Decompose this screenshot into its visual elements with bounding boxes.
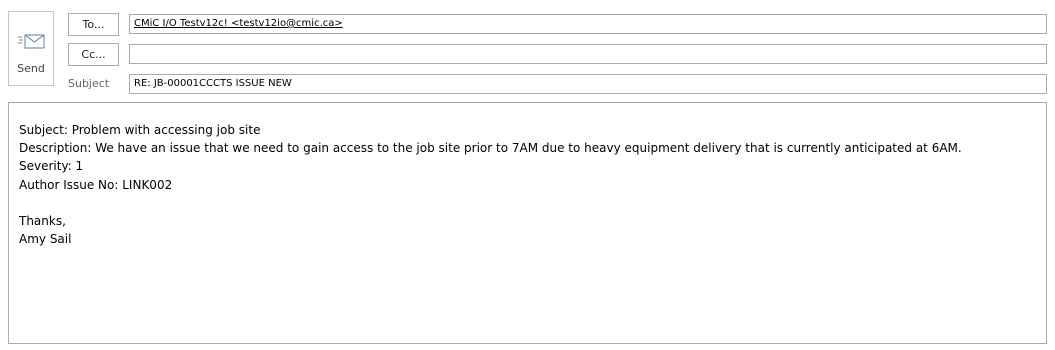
body-line: Description: We have an issue that we ne… bbox=[19, 141, 962, 156]
subject-label: Subject bbox=[68, 77, 110, 90]
cc-button[interactable]: Cc... bbox=[68, 43, 119, 66]
body-line: Severity: 1 bbox=[19, 159, 84, 174]
cc-field[interactable] bbox=[129, 44, 1047, 64]
body-line: Amy Sail bbox=[19, 232, 72, 247]
body-line: Author Issue No: LINK002 bbox=[19, 177, 173, 192]
message-body[interactable]: Subject: Problem with accessing job site… bbox=[8, 102, 1047, 344]
send-label: Send bbox=[17, 62, 45, 75]
to-field[interactable]: CMiC I/O Testv12c! <testv12io@cmic.ca> bbox=[129, 14, 1047, 34]
to-recipient[interactable]: CMiC I/O Testv12c! <testv12io@cmic.ca> bbox=[134, 18, 343, 29]
body-line bbox=[19, 194, 1046, 212]
body-line: Thanks, bbox=[19, 214, 66, 228]
to-button[interactable]: To... bbox=[68, 13, 119, 36]
envelope-send-icon bbox=[18, 34, 45, 49]
subject-value: RE: JB-00001CCCTS ISSUE NEW bbox=[134, 78, 292, 89]
send-button[interactable]: Send bbox=[8, 11, 54, 86]
subject-field[interactable]: RE: JB-00001CCCTS ISSUE NEW bbox=[129, 74, 1047, 94]
body-line: Subject: Problem with accessing job site bbox=[19, 123, 261, 137]
